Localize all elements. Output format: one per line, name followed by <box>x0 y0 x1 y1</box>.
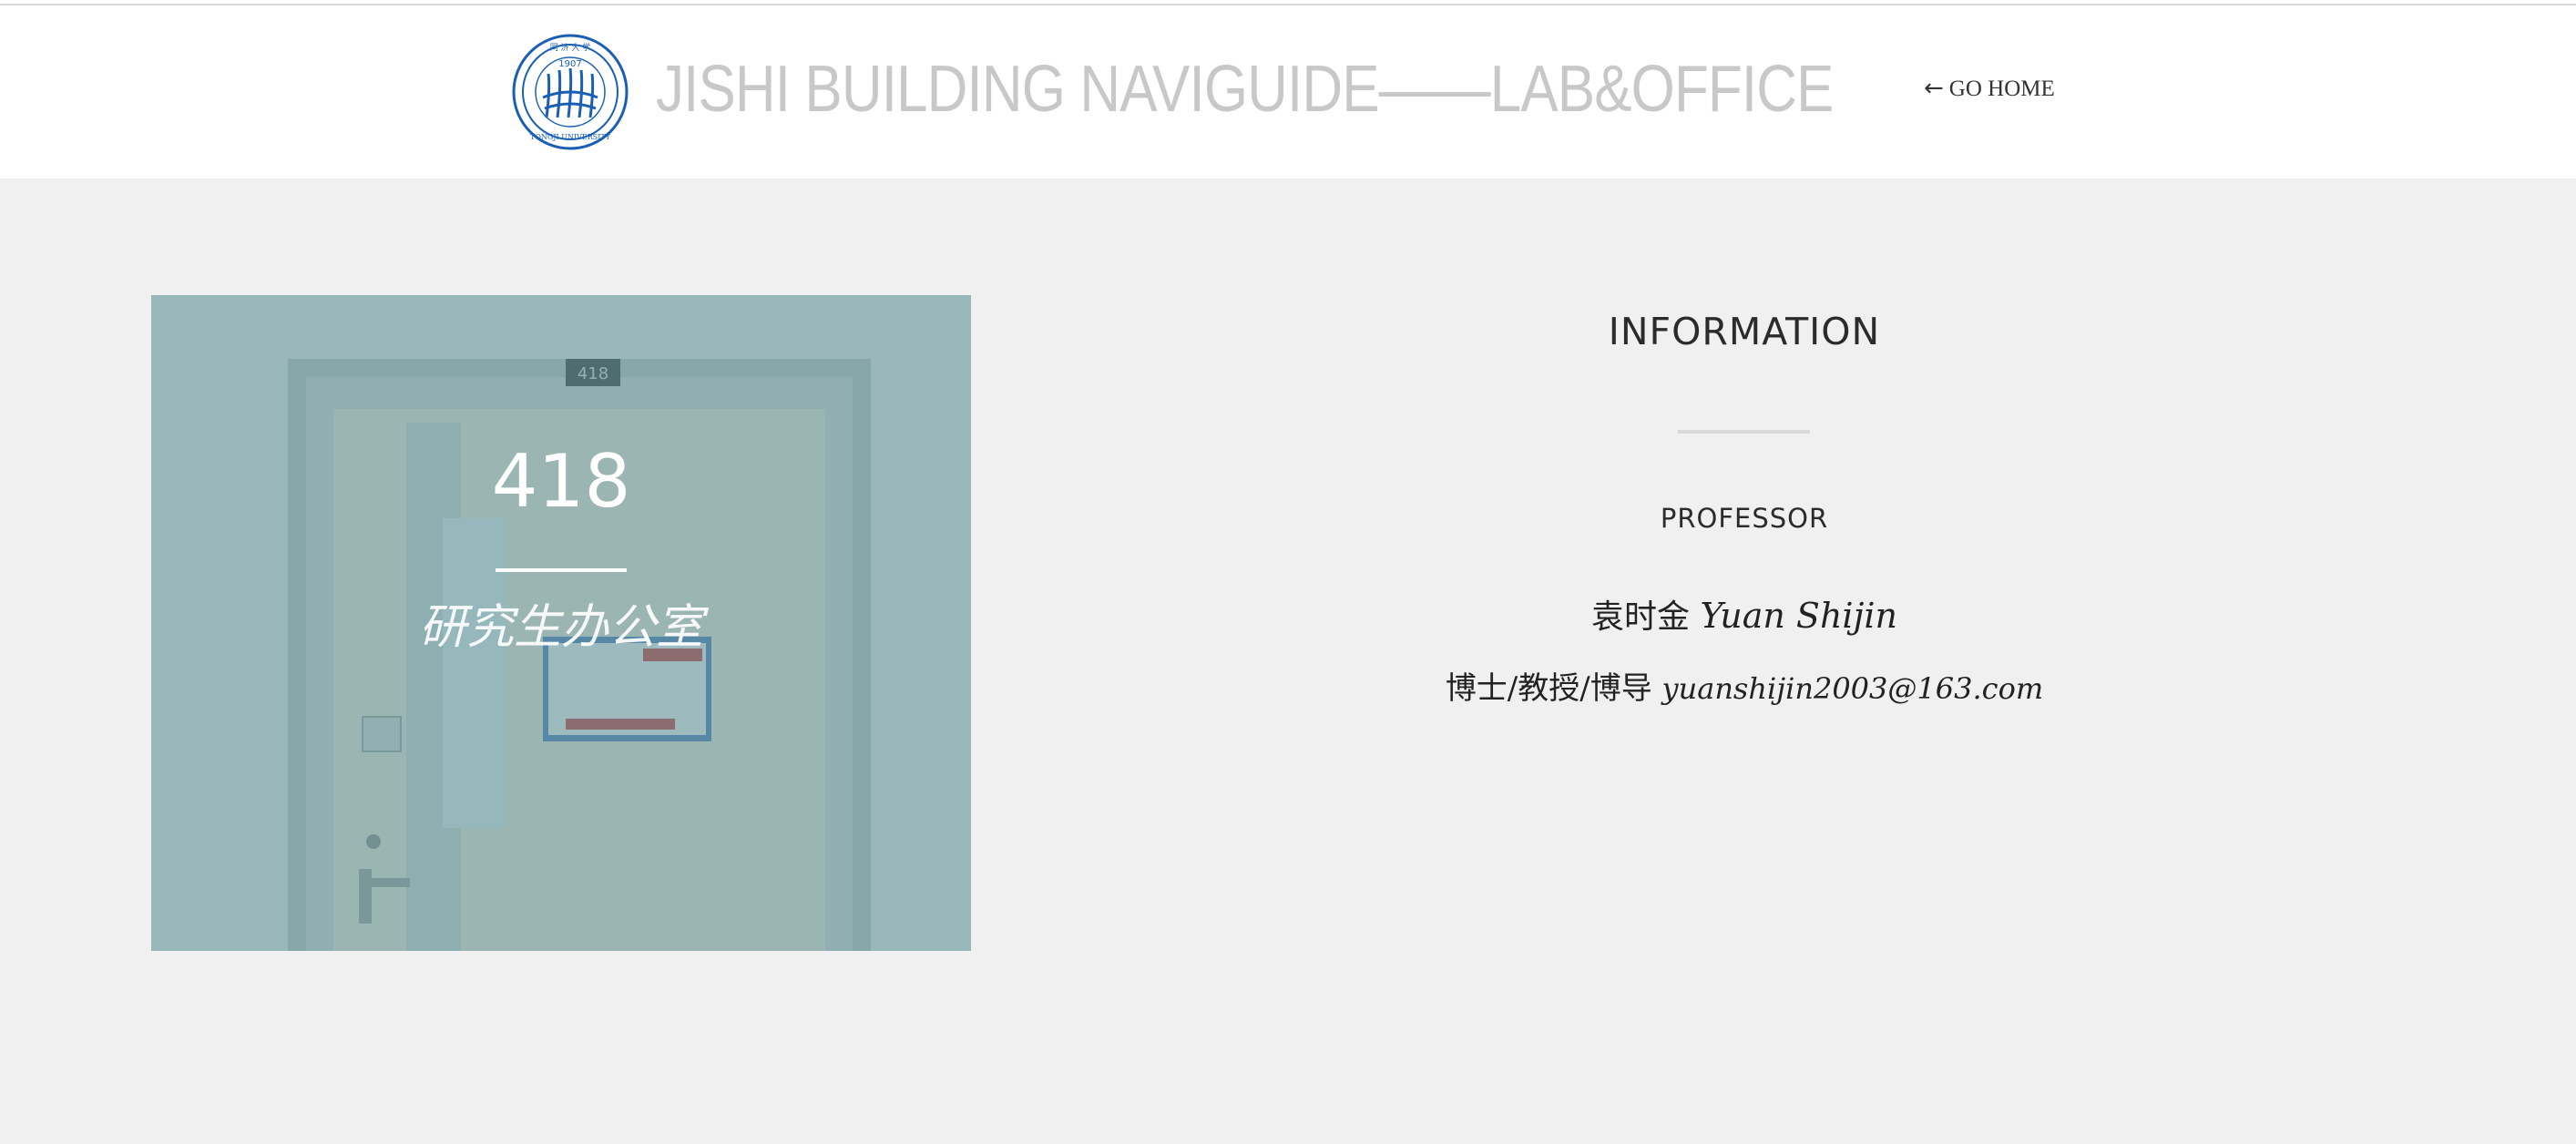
information-divider <box>1678 430 1810 434</box>
university-logo[interactable]: 1907 同 济 大 学 TONGJI UNIVERSITY <box>512 34 629 150</box>
information-title: INFORMATION <box>1608 310 1881 353</box>
person-titles: 博士/教授/博导 <box>1445 670 1652 707</box>
site-title: JISHI BUILDING NAVIGUIDE——LAB&OFFICE <box>656 53 1834 126</box>
site-header: 1907 同 济 大 学 TONGJI UNIVERSITY JISHI BUI… <box>0 5 2576 179</box>
person-name: 袁时金 Yuan Shijin <box>1366 590 2122 638</box>
person-name-cn: 袁时金 <box>1590 598 1690 636</box>
go-home-label: GO HOME <box>1948 77 2055 101</box>
person-email[interactable]: yuanshijin2003@163.com <box>1662 671 2044 706</box>
arrow-left-icon: ← <box>1924 75 1944 102</box>
logo-seal-bottom: TONGJI UNIVERSITY <box>530 133 611 141</box>
logo-seal-year: 1907 <box>558 59 581 69</box>
logo-seal-top: 同 济 大 学 <box>550 42 591 53</box>
room-divider <box>496 568 627 572</box>
go-home-link[interactable]: ← GO HOME <box>1924 75 2055 102</box>
room-card[interactable]: 418 418 研究生办公室 <box>151 295 971 951</box>
person-role: PROFESSOR <box>1660 503 1829 534</box>
room-name: 研究生办公室 <box>418 600 703 655</box>
person-details: 博士/教授/博导 yuanshijin2003@163.com <box>1366 663 2122 708</box>
person-name-en: Yuan Shijin <box>1700 596 1897 636</box>
room-number: 418 <box>491 439 631 524</box>
